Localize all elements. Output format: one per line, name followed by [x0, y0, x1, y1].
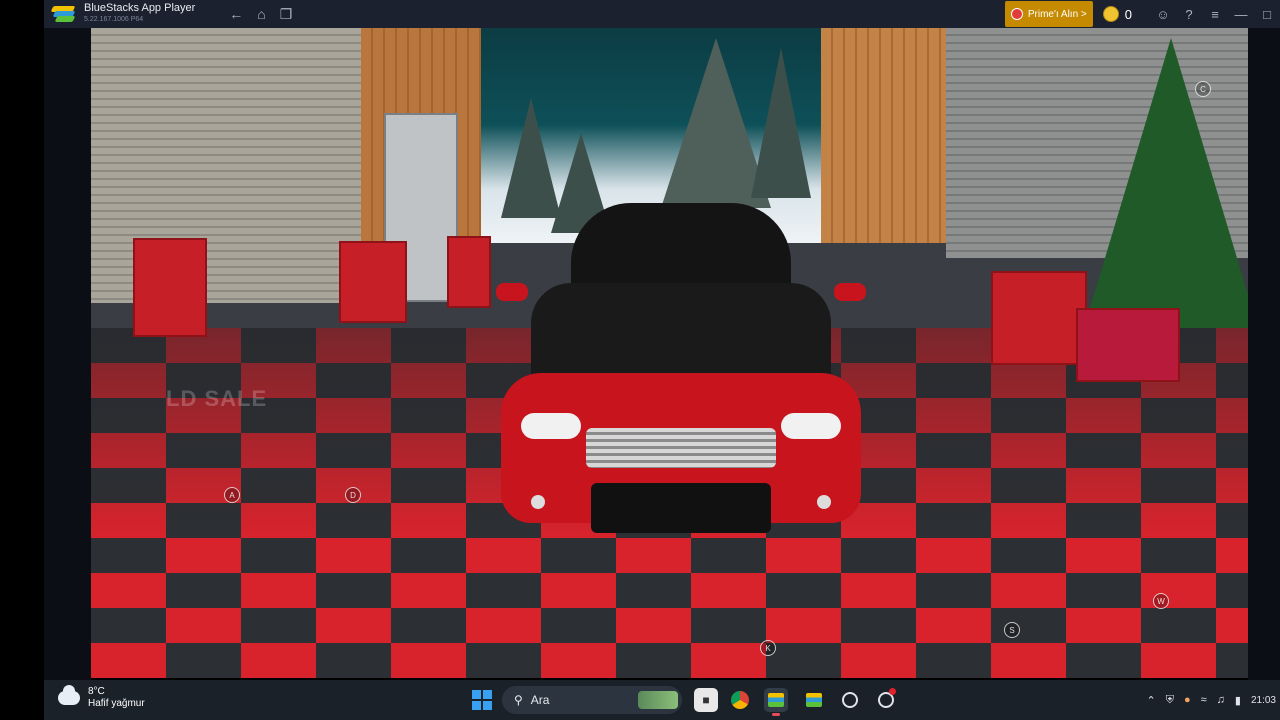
- back-arrow-icon[interactable]: ←: [229, 6, 243, 23]
- help-icon[interactable]: ?: [1176, 7, 1202, 22]
- right-black-bar: [1248, 28, 1280, 680]
- battery-icon[interactable]: ▮: [1235, 694, 1241, 707]
- prime-button[interactable]: Prime'ı Alın >: [1004, 1, 1093, 27]
- chrome-icon[interactable]: [728, 688, 752, 712]
- windows-taskbar: 8°C Hafif yağmur ⚲ Ara ■ ⌃ ⛨ ● ≈ ♫ ▮ 21:…: [44, 680, 1280, 720]
- title-nav: ← ⌂ ❐: [229, 6, 292, 23]
- home-icon[interactable]: ⌂: [257, 6, 265, 23]
- maximize-icon[interactable]: □: [1254, 7, 1280, 22]
- car-mirror-left: [496, 283, 528, 301]
- title-bar-controls: Prime'ı Alın > 0 ☺ ? ≡ — □: [1004, 0, 1280, 28]
- watermark-text: LD SALE: [166, 386, 268, 411]
- pine-tree: [751, 48, 811, 198]
- search-icon: ⚲: [514, 693, 523, 707]
- car-headlight-right: [781, 413, 841, 439]
- taskbar-clock[interactable]: 21:03: [1251, 695, 1276, 706]
- weather-widget[interactable]: 8°C Hafif yağmur: [58, 685, 145, 710]
- key-marker-w[interactable]: W: [1153, 593, 1169, 609]
- game-viewport[interactable]: LD SALE A D C W S K: [91, 28, 1248, 678]
- prime-badge-icon: [1010, 8, 1023, 20]
- security-shield-icon[interactable]: ⛨: [1166, 694, 1174, 707]
- coin-icon: [1102, 6, 1119, 22]
- bluestacks-logo-icon: [50, 6, 76, 22]
- file-explorer-icon[interactable]: ■: [694, 688, 718, 712]
- key-marker-s[interactable]: S: [1004, 622, 1020, 638]
- search-highlight-image: [638, 691, 678, 709]
- garage-shutter-left: [91, 28, 361, 303]
- weather-desc: Hafif yağmur: [88, 698, 145, 709]
- christmas-tree: [1081, 38, 1248, 338]
- microphone-icon[interactable]: ●: [1184, 694, 1191, 706]
- key-marker-k[interactable]: K: [760, 640, 776, 656]
- account-icon[interactable]: ☺: [1150, 7, 1176, 22]
- gift-box: [1076, 308, 1180, 382]
- key-marker-c[interactable]: C: [1195, 81, 1211, 97]
- app-version: 5.22.167.1006 P64: [84, 16, 144, 23]
- bluestacks-multi-instance-icon[interactable]: [802, 688, 826, 712]
- system-tray: ⌃ ⛨ ● ≈ ♫ ▮ 21:03: [1146, 680, 1280, 720]
- menu-icon[interactable]: ≡: [1202, 7, 1228, 22]
- key-marker-a[interactable]: A: [224, 487, 240, 503]
- search-placeholder: Ara: [530, 693, 550, 707]
- volume-icon[interactable]: ♫: [1217, 694, 1225, 706]
- bluestacks-title-bar: BlueStacks App Player 5.22.167.1006 P64 …: [44, 0, 1280, 28]
- car-foglight-left: [531, 495, 545, 509]
- tool-cabinet: [339, 241, 407, 323]
- car-foglight-right: [817, 495, 831, 509]
- car[interactable]: [496, 203, 866, 533]
- left-black-bar: [44, 28, 91, 680]
- windows-start-icon[interactable]: [472, 690, 492, 710]
- car-lower-grille: [591, 483, 771, 533]
- car-mirror-right: [834, 283, 866, 301]
- tool-cabinet: [991, 271, 1087, 365]
- window-title-group: BlueStacks App Player 5.22.167.1006 P64: [84, 3, 195, 25]
- weather-text: 8°C Hafif yağmur: [88, 686, 145, 710]
- coin-count: 0: [1124, 6, 1132, 22]
- cloud-rain-icon: [58, 685, 80, 705]
- obs-icon[interactable]: [838, 688, 862, 712]
- prime-button-label: Prime'ı Alın >: [1027, 8, 1087, 20]
- key-marker-d[interactable]: D: [345, 487, 361, 503]
- taskbar-search[interactable]: ⚲ Ara: [502, 686, 682, 714]
- obs-recording-icon[interactable]: [874, 688, 898, 712]
- wifi-icon[interactable]: ≈: [1201, 694, 1207, 706]
- chevron-up-icon[interactable]: ⌃: [1146, 694, 1155, 707]
- tool-cabinet: [447, 236, 491, 308]
- recent-apps-icon[interactable]: ❐: [280, 6, 293, 23]
- window-title: BlueStacks App Player: [84, 2, 196, 14]
- car-grille: [586, 428, 776, 468]
- tool-cabinet: [133, 238, 207, 337]
- bluestacks-taskbar-icon[interactable]: [764, 688, 788, 716]
- car-headlight-left: [521, 413, 581, 439]
- weather-temp: 8°C: [88, 686, 105, 697]
- minimize-icon[interactable]: —: [1228, 7, 1254, 22]
